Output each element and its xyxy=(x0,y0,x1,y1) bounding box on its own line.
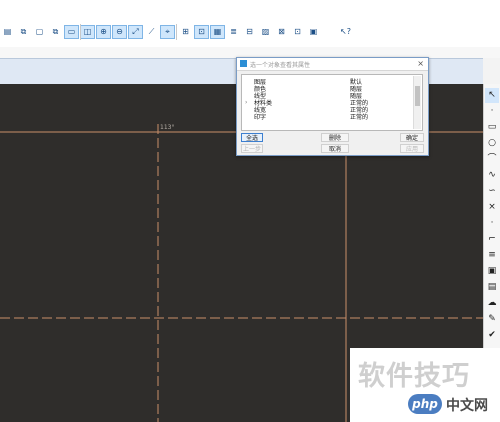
property-list-scrollbar[interactable] xyxy=(413,76,421,129)
point-icon[interactable]: · xyxy=(485,104,499,119)
select-arrow-icon[interactable]: ↖ xyxy=(485,88,499,103)
scrollbar-thumb[interactable] xyxy=(415,86,420,106)
close-icon[interactable]: × xyxy=(417,59,424,68)
rectangle-icon[interactable]: ▭ xyxy=(485,120,499,135)
property-name: 线型 xyxy=(254,93,267,100)
grid-icon[interactable]: ▦ xyxy=(210,25,225,39)
property-value: 默认 xyxy=(350,79,363,86)
site-logo-badge: php xyxy=(408,394,442,414)
property-value: 正常的 xyxy=(350,114,369,121)
image-icon[interactable]: ▣ xyxy=(306,25,321,39)
ok-button[interactable]: 确定 xyxy=(400,133,424,142)
toolbar-separator xyxy=(80,24,81,40)
property-value: 正常的 xyxy=(350,100,369,107)
site-logo-name: 中文网 xyxy=(446,398,488,414)
property-row[interactable]: 印字 正常的 xyxy=(254,114,414,121)
property-name: 颜色 xyxy=(254,86,267,93)
bracket-icon[interactable]: ⌐ xyxy=(485,232,499,247)
rect-select-icon[interactable]: ▭ xyxy=(64,25,79,39)
cloud-icon[interactable]: ☁ xyxy=(485,296,499,311)
text-box-icon[interactable]: ▣ xyxy=(485,264,499,279)
title-strip xyxy=(0,0,500,9)
arc-icon[interactable]: ⌒ xyxy=(485,152,499,167)
property-name: 印字 xyxy=(254,114,267,121)
zoom-in-icon[interactable]: ⊕ xyxy=(96,25,111,39)
help-cursor-icon[interactable]: ↖? xyxy=(338,25,353,39)
properties-dialog: 选一个对象查看其属性 × › 图层 默认 颜色 随层 线型 随层 材料类 正常的 线宽 正常的 印字… xyxy=(236,57,429,156)
previous-button[interactable]: 上一步 xyxy=(241,144,263,153)
ortho-icon[interactable]: ⊞ xyxy=(178,25,193,39)
property-name: 材料类 xyxy=(254,100,273,107)
fit-icon[interactable]: ⤢ xyxy=(128,25,143,39)
select-all-button[interactable]: 全选 xyxy=(241,133,263,142)
property-list[interactable]: › 图层 默认 颜色 随层 线型 随层 材料类 正常的 线宽 正常的 印字 正常的 xyxy=(241,74,423,131)
dialog-app-icon xyxy=(240,60,247,67)
check-icon[interactable]: ✔ xyxy=(485,328,499,343)
layer-icon[interactable]: ≣ xyxy=(226,25,241,39)
property-value: 正常的 xyxy=(350,107,369,114)
property-row[interactable]: 颜色 随层 xyxy=(254,86,414,93)
properties-icon[interactable]: ⊟ xyxy=(242,25,257,39)
property-value: 随层 xyxy=(350,86,363,93)
property-row[interactable]: 线宽 正常的 xyxy=(254,107,414,114)
property-name: 图层 xyxy=(254,79,267,86)
chevron-right-icon[interactable]: › xyxy=(245,99,247,106)
hatch-tool-icon[interactable]: ≡ xyxy=(485,248,499,263)
dialog-title: 选一个对象查看其属性 xyxy=(250,62,311,69)
property-value: 随层 xyxy=(350,93,363,100)
zoom-out-icon[interactable]: ⊖ xyxy=(112,25,127,39)
insert-icon[interactable]: ⊡ xyxy=(290,25,305,39)
paste-icon[interactable]: ▢ xyxy=(32,25,47,39)
apply-button[interactable]: 应用 xyxy=(400,144,424,153)
circle-icon[interactable]: ○ xyxy=(485,136,499,151)
block-icon[interactable]: ⊠ xyxy=(274,25,289,39)
property-row[interactable]: 线型 随层 xyxy=(254,93,414,100)
cross-icon[interactable]: × xyxy=(485,200,499,215)
dot-icon[interactable]: · xyxy=(485,216,499,231)
spline-icon[interactable]: ∽ xyxy=(485,184,499,199)
copy-icon[interactable]: ⧉ xyxy=(16,25,31,39)
clone-icon[interactable]: ⧉ xyxy=(48,25,63,39)
toolbar-separator xyxy=(176,24,177,40)
polar-icon[interactable]: ⊡ xyxy=(194,25,209,39)
site-logo: php 中文网 xyxy=(408,392,498,416)
cancel-button[interactable]: 取消 xyxy=(321,144,349,153)
main-toolbar: ▤ ⧉ ▢ ⧉ ▭ ◫ ⊕ ⊖ ⤢ ⟋ ⌖ ⊞ ⊡ ▦ ≣ ⊟ ▨ ⊠ ⊡ ▣ ↖? xyxy=(0,9,500,48)
watermark: 软件技巧 php 中文网 xyxy=(350,348,500,422)
curve-icon[interactable]: ∿ xyxy=(485,168,499,183)
snap-icon[interactable]: ⌖ xyxy=(160,25,175,39)
axis-angle-label: 113° xyxy=(160,124,175,131)
measure-icon[interactable]: ⟋ xyxy=(144,25,159,39)
delete-button[interactable]: 删除 xyxy=(321,133,349,142)
gear-pen-icon[interactable]: ✎ xyxy=(485,312,499,327)
save-icon[interactable]: ▤ xyxy=(0,25,15,39)
hatch-icon[interactable]: ▨ xyxy=(258,25,273,39)
zoom-window-icon[interactable]: ◫ xyxy=(80,25,95,39)
property-name: 线宽 xyxy=(254,107,267,114)
property-row[interactable]: 图层 默认 xyxy=(254,79,414,86)
image-tool-icon[interactable]: ▤ xyxy=(485,280,499,295)
property-row[interactable]: 材料类 正常的 xyxy=(254,100,414,107)
dialog-titlebar[interactable]: 选一个对象查看其属性 × xyxy=(237,58,428,71)
watermark-text: 软件技巧 xyxy=(358,361,470,392)
